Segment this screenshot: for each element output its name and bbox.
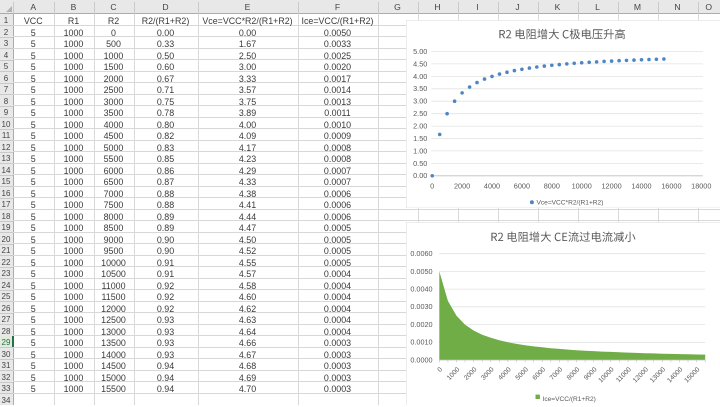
svg-text:0.0020: 0.0020 bbox=[410, 320, 432, 329]
svg-text:3.50: 3.50 bbox=[413, 84, 427, 93]
svg-text:14000: 14000 bbox=[631, 181, 651, 190]
svg-text:0.0060: 0.0060 bbox=[410, 249, 432, 258]
svg-text:2.00: 2.00 bbox=[413, 121, 427, 130]
svg-text:1.50: 1.50 bbox=[413, 134, 427, 143]
svg-text:1.00: 1.00 bbox=[413, 146, 427, 155]
svg-text:0.0050: 0.0050 bbox=[410, 267, 432, 276]
svg-text:3.00: 3.00 bbox=[413, 97, 427, 106]
svg-text:0.0030: 0.0030 bbox=[410, 302, 432, 311]
svg-text:12000: 12000 bbox=[601, 181, 621, 190]
svg-text:4.50: 4.50 bbox=[413, 59, 427, 68]
svg-text:0.0040: 0.0040 bbox=[410, 284, 432, 293]
svg-text:0: 0 bbox=[430, 181, 434, 190]
svg-text:0.00: 0.00 bbox=[413, 171, 427, 180]
svg-text:16000: 16000 bbox=[661, 181, 681, 190]
svg-text:2.50: 2.50 bbox=[413, 109, 427, 118]
svg-text:2000: 2000 bbox=[454, 181, 470, 190]
svg-text:18000: 18000 bbox=[691, 181, 711, 190]
svg-text:4000: 4000 bbox=[483, 181, 499, 190]
svg-text:Vce=VCC*R2/(R1+R2): Vce=VCC*R2/(R1+R2) bbox=[536, 200, 603, 207]
svg-text:5.00: 5.00 bbox=[413, 47, 427, 56]
svg-text:10000: 10000 bbox=[571, 181, 591, 190]
svg-text:4.00: 4.00 bbox=[413, 72, 427, 81]
svg-text:0.50: 0.50 bbox=[413, 159, 427, 168]
svg-text:0.0010: 0.0010 bbox=[410, 338, 432, 347]
svg-text:8000: 8000 bbox=[543, 181, 559, 190]
svg-text:6000: 6000 bbox=[513, 181, 529, 190]
svg-text:0.0000: 0.0000 bbox=[410, 355, 432, 364]
svg-text:Ice=VCC/(R1+R2): Ice=VCC/(R1+R2) bbox=[542, 396, 595, 403]
